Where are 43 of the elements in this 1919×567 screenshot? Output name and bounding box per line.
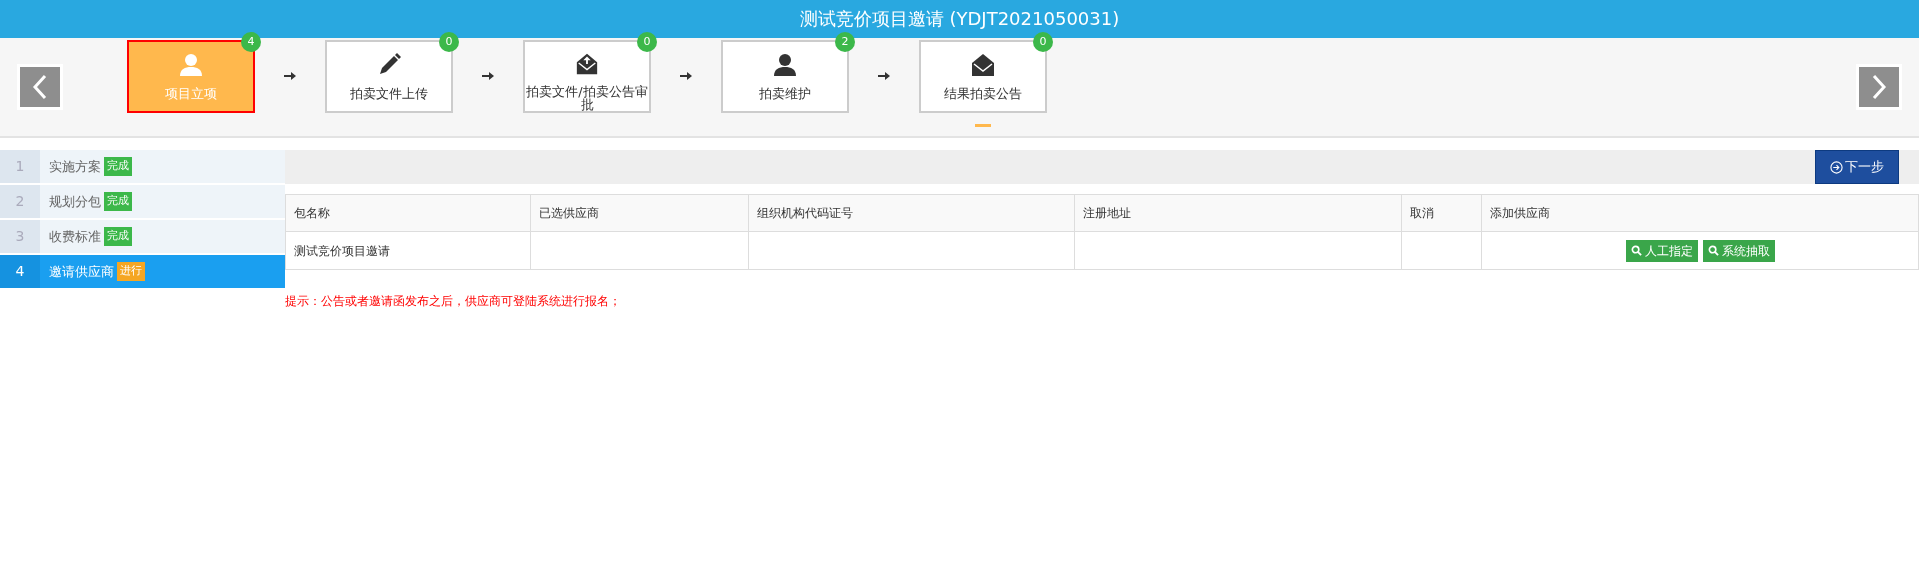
status-tag: 进行 [117,262,145,281]
column-header: 注册地址 [1083,206,1131,220]
column-header: 包名称 [294,206,330,220]
sidebar-item[interactable]: 4 邀请供应商 进行 [0,255,285,288]
sidebar-label: 实施方案 [49,157,101,176]
action-button[interactable]: 系统抽取 [1702,239,1775,262]
search-icon [1630,245,1642,256]
status-tag: 完成 [104,192,132,211]
previous-button[interactable] [17,64,63,110]
page-title: 测试竞价项目邀请 (YDJT2021050031) [799,8,1120,29]
sidebar-item[interactable]: 2 规划分包 完成 [0,185,285,218]
column-header: 取消 [1410,206,1434,220]
arrow-right-icon [680,71,692,81]
hint-text: 提示：公告或者邀请函发布之后，供应商可登陆系统进行报名； [285,293,621,310]
sidebar-item[interactable]: 1 实施方案 完成 [0,150,285,183]
next-arrow-button[interactable] [1856,64,1902,110]
sidebar-label: 收费标准 [49,227,101,246]
arrow-right-icon [878,71,890,81]
next-step-button[interactable]: 下一步 [1815,150,1899,184]
user-icon [772,51,798,78]
table-cell: 测试竞价项目邀请 [294,243,390,258]
arrow-right-icon [284,71,296,81]
column-header: 添加供应商 [1490,206,1550,220]
step-number: 2 [0,185,40,218]
chevron-left-icon [32,74,48,100]
sidebar-item[interactable]: 3 收费标准 完成 [0,220,285,253]
envelope-upload-icon [574,51,600,76]
search-icon [1707,245,1719,256]
column-header: 已选供应商 [539,206,599,220]
column-header: 组织机构代码证号 [757,206,853,220]
arrow-right-icon [482,71,494,81]
sidebar-label: 邀请供应商 [49,262,114,281]
sidebar-label: 规划分包 [49,192,101,211]
arrow-circle-icon [1830,160,1843,174]
status-tag: 完成 [104,157,132,176]
chevron-right-icon [1871,74,1887,100]
user-icon [178,51,204,78]
status-tag: 完成 [104,227,132,246]
step-number: 4 [0,255,40,288]
step-number: 1 [0,150,40,183]
step-number: 3 [0,220,40,253]
envelope-icon [970,51,996,78]
action-button[interactable]: 人工指定 [1625,239,1698,262]
